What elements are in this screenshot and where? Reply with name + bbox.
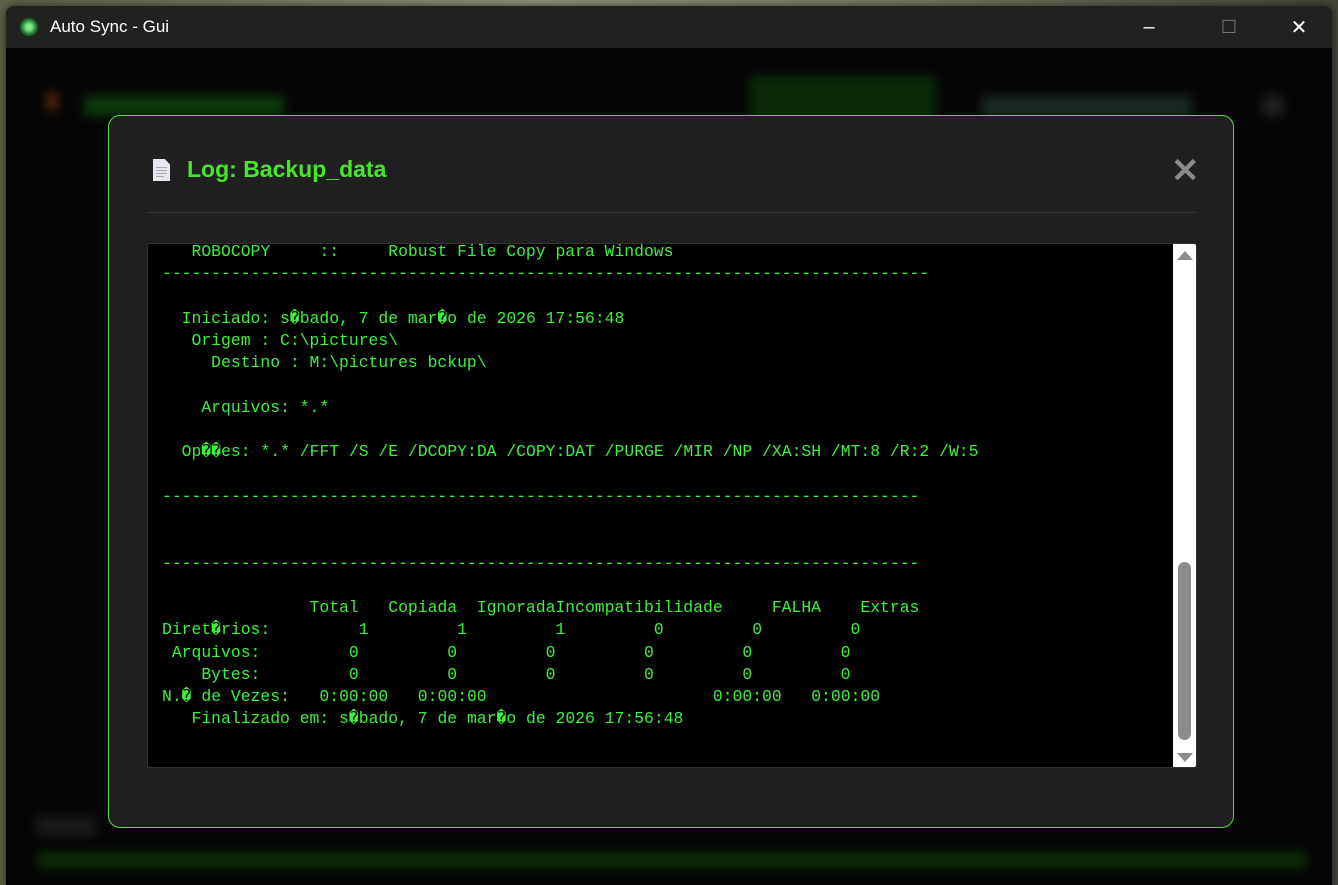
minimize-button[interactable]: – [1114,6,1184,48]
document-icon [153,159,170,181]
scroll-up-arrow-icon[interactable] [1177,251,1193,260]
close-icon[interactable]: ✕ [1171,154,1200,188]
scrollbar[interactable] [1173,244,1196,767]
app-window: Auto Sync - Gui – ☐ ✕ Log: Backup_data ✕… [6,6,1332,885]
log-line: Total Copiada IgnoradaIncompatibilidade … [162,598,920,617]
title-bar: Auto Sync - Gui – ☐ ✕ [6,6,1332,48]
maximize-button[interactable]: ☐ [1194,6,1264,48]
background-status [36,816,96,836]
log-line: Op��es: *.* /FFT /S /E /DCOPY:DA /COPY:D… [162,442,979,462]
close-window-button[interactable]: ✕ [1264,6,1332,48]
log-line: ----------------------------------------… [162,486,920,506]
log-line: Diret�rios: 1 1 1 0 0 0 [162,620,861,640]
app-icon [20,18,38,36]
log-line: Arquivos: *.* [162,397,330,417]
background-logo-icon [46,91,58,111]
background-settings-icon [1262,94,1284,118]
log-line: Origem : C:\pictures\ [162,331,399,350]
modal-title: Log: Backup_data [187,156,387,182]
log-modal: Log: Backup_data ✕ ROBOCOPY :: Robust Fi… [108,115,1234,828]
log-text: ROBOCOPY :: Robust File Copy para Window… [162,243,979,731]
scroll-down-arrow-icon[interactable] [1177,753,1193,762]
background-progress-bar [38,851,1306,869]
log-line: ROBOCOPY :: Robust File Copy para Window… [162,243,674,261]
log-line: N.� de Vezes: 0:00:00 0:00:00 0:00:00 0:… [162,687,881,706]
log-line: Iniciado: s�bado, 7 de mar�o de 2026 17:… [162,308,625,328]
scrollbar-thumb[interactable] [1178,562,1191,740]
log-output[interactable]: ROBOCOPY :: Robust File Copy para Window… [147,243,1197,768]
log-line: ----------------------------------------… [162,264,930,284]
log-line: Finalizado em: s�bado, 7 de mar�o de 202… [162,709,684,729]
background-header [84,96,284,116]
log-line: Arquivos: 0 0 0 0 0 0 [162,642,851,662]
log-line: Destino : M:\pictures bckup\ [162,353,487,373]
window-title: Auto Sync - Gui [50,17,170,36]
log-line: Bytes: 0 0 0 0 0 0 [162,664,851,684]
log-line: ----------------------------------------… [162,553,920,573]
divider [147,212,1195,213]
